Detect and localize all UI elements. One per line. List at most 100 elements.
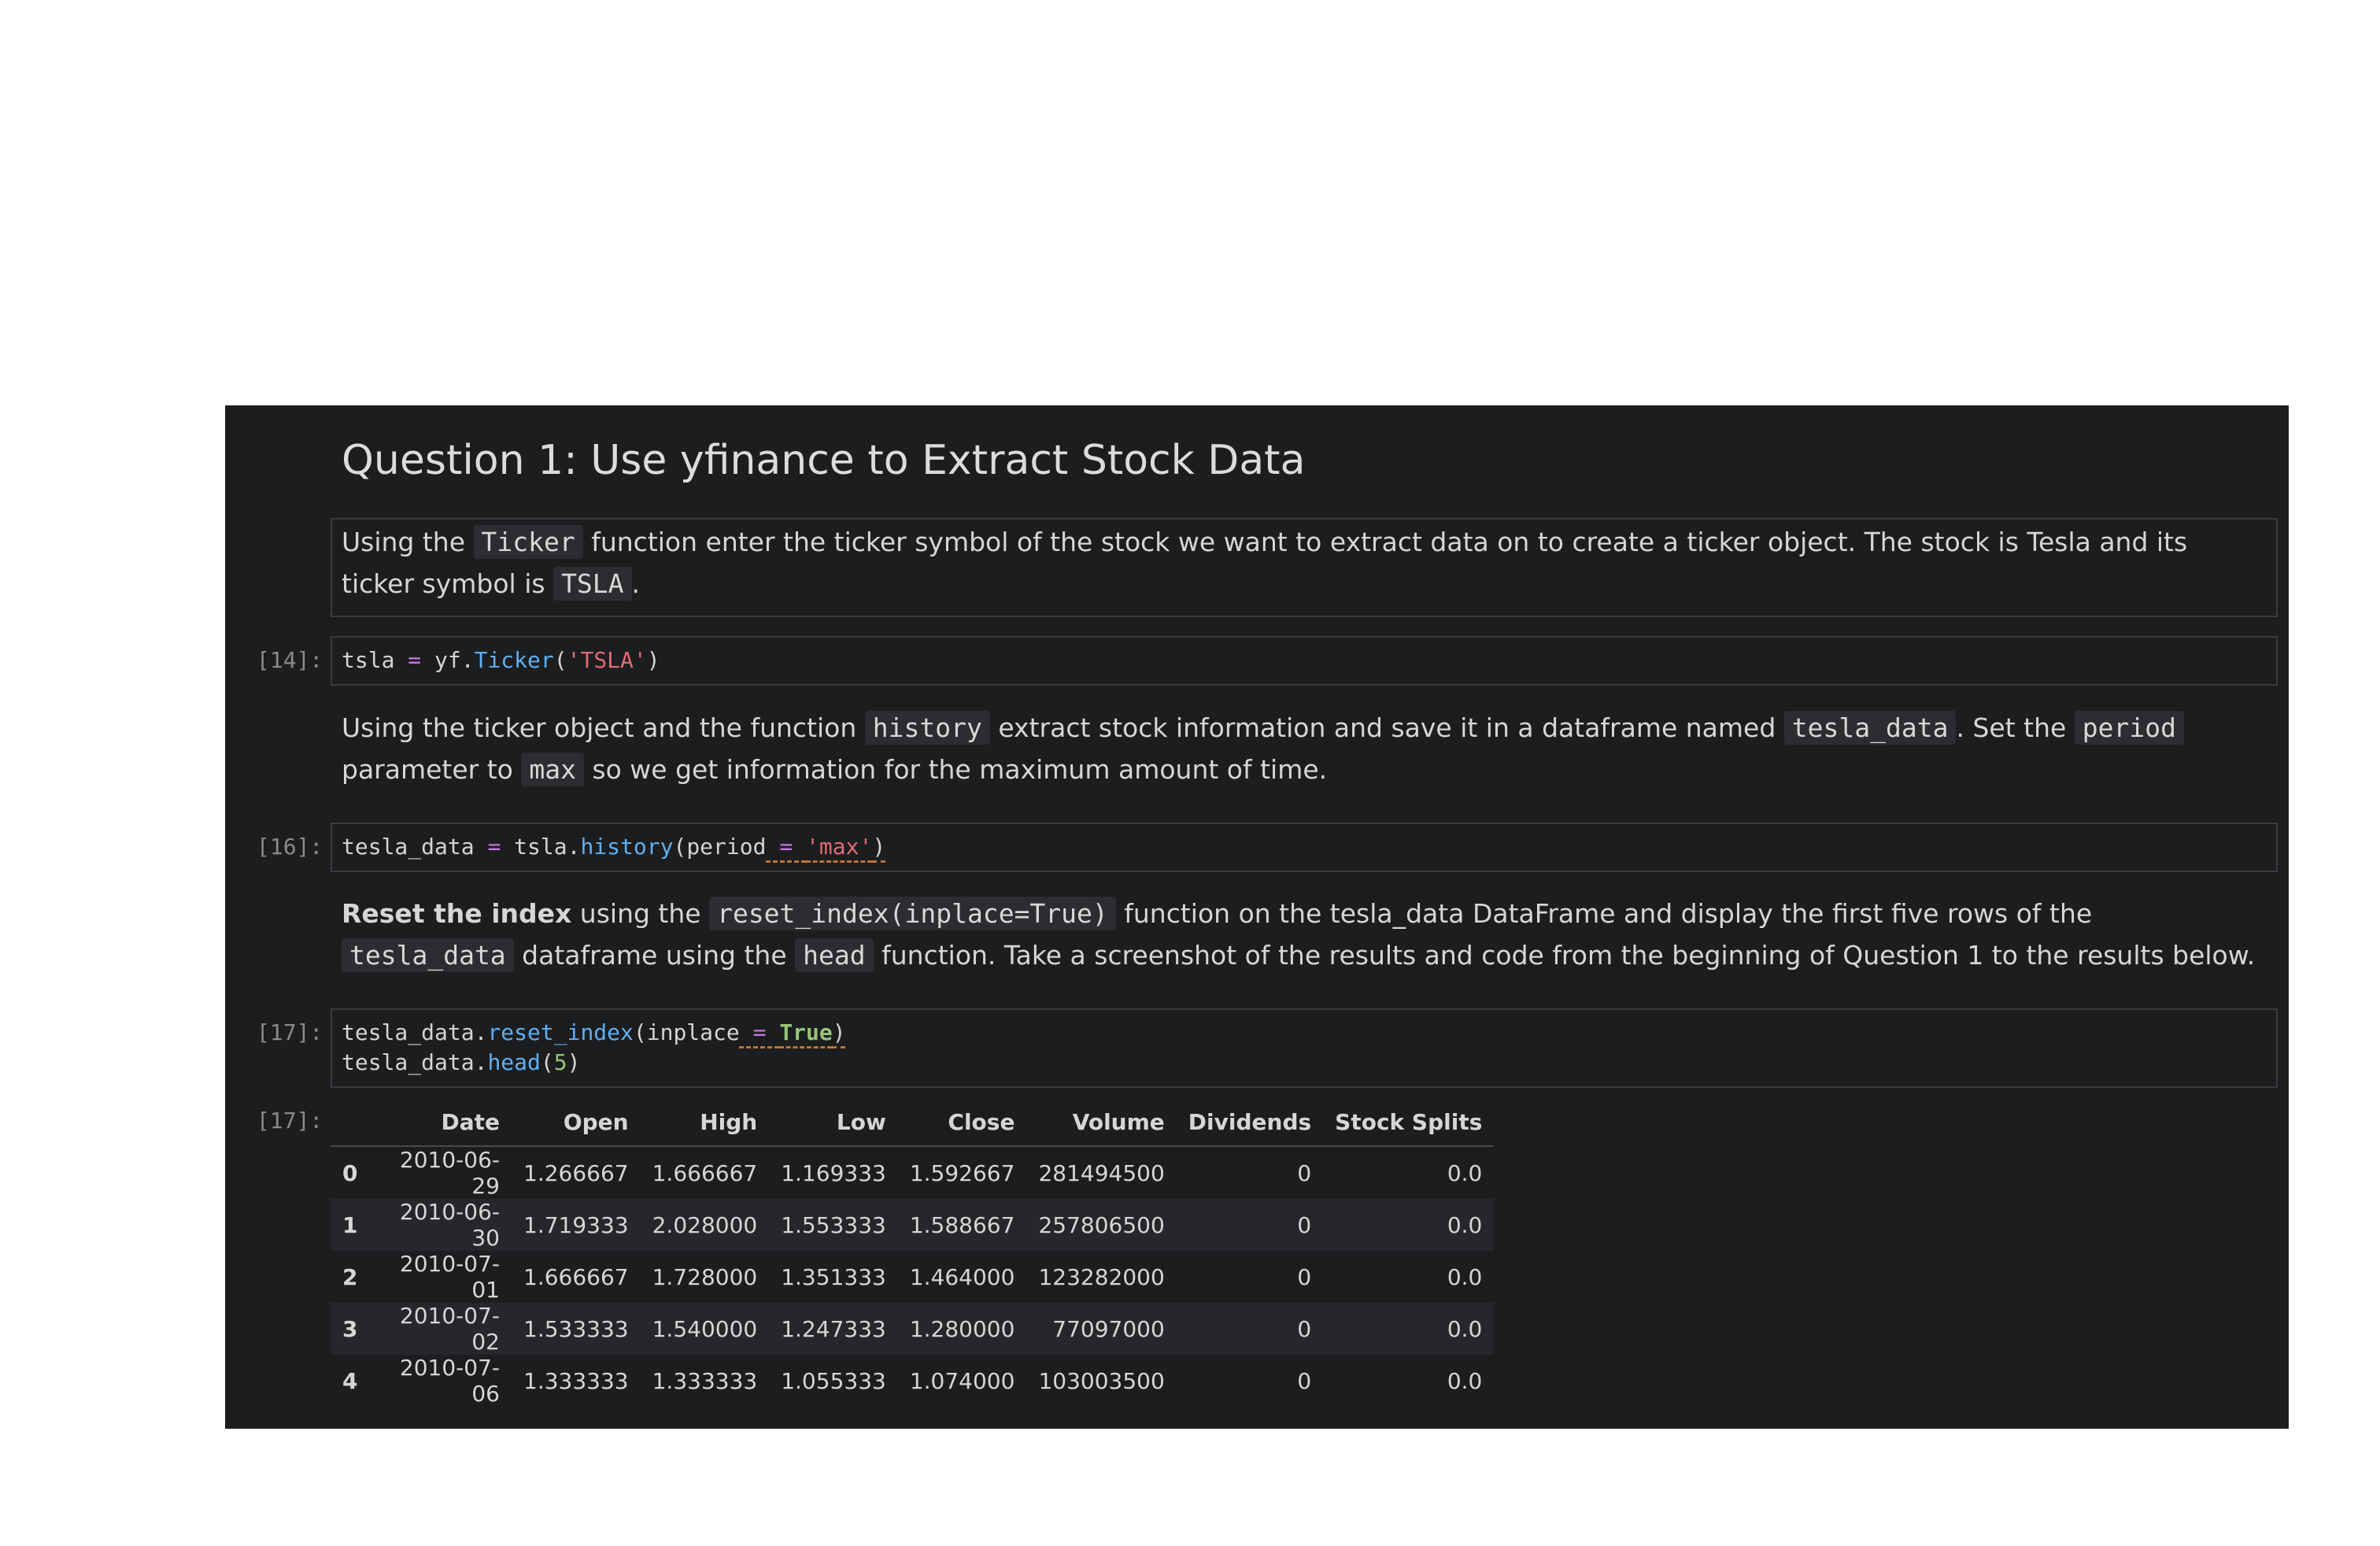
table-row: 0 2010-06-29 1.266667 1.666667 1.169333 …: [331, 1146, 1494, 1199]
code-cell-17[interactable]: tesla_data.reset_index(inplace = True) t…: [331, 1008, 2278, 1088]
md-text: Using the: [342, 527, 474, 557]
cell-close: 1.074000: [909, 1367, 1015, 1394]
cell-dividends: 0: [1176, 1199, 1324, 1251]
cell-volume: 281494500: [1038, 1160, 1165, 1186]
cell-dividends: 0: [1297, 1263, 1312, 1290]
cell-dividends: 0: [1297, 1160, 1312, 1186]
inline-code: history: [864, 711, 990, 745]
inline-code: tesla_data: [1783, 711, 1957, 745]
table-row: 4 2010-07-06 1.333333 1.333333 1.055333 …: [331, 1355, 1494, 1407]
code-block: tesla_data.reset_index(inplace = True) t…: [332, 1010, 2276, 1086]
row-index: 2: [342, 1263, 358, 1290]
code-number: 5: [553, 1049, 567, 1075]
code-line: tesla_data = tsla.history(period = 'max'…: [332, 824, 2276, 870]
table-row: 3 2010-07-02 1.533333 1.540000 1.247333 …: [331, 1303, 1495, 1355]
row-index: 0: [342, 1160, 358, 1186]
code-function: history: [580, 834, 674, 860]
column-header-volume: Volume: [1026, 1098, 1177, 1147]
md-text: function. Take a screenshot of the resul…: [873, 940, 2256, 971]
code-cell-14[interactable]: tsla = yf.Ticker('TSLA'): [331, 636, 2278, 686]
cell-stock-splits: 0.0: [1447, 1160, 1483, 1186]
code-token: (: [540, 1049, 554, 1075]
code-cell-16[interactable]: tesla_data = tsla.history(period = 'max'…: [331, 823, 2278, 872]
row-index: 3: [331, 1303, 378, 1355]
cell-low: 1.055333: [781, 1367, 886, 1394]
column-header-close: Close: [897, 1098, 1027, 1147]
cell-high: 1.728000: [652, 1263, 758, 1290]
cell-low: 1.553333: [769, 1199, 898, 1251]
code-token: tesla_data.: [342, 1019, 488, 1045]
code-operator: =: [766, 834, 807, 860]
markdown-cell-history-instructions: Using the ticker object and the function…: [342, 707, 2262, 790]
cell-stock-splits: 0.0: [1323, 1199, 1495, 1251]
md-text: dataframe using the: [513, 940, 796, 971]
cell-close: 1.464000: [909, 1263, 1015, 1290]
cell-high: 1.666667: [652, 1160, 758, 1186]
cell-volume: 77097000: [1026, 1303, 1177, 1355]
cell-open: 1.333333: [523, 1367, 629, 1394]
md-text: .: [631, 568, 641, 599]
code-token: ): [872, 834, 886, 860]
inline-code: head: [795, 938, 874, 972]
cell-date: 2010-07-06: [399, 1355, 500, 1407]
code-function: reset_index: [487, 1019, 634, 1045]
code-token: tesla_data.: [342, 1049, 488, 1075]
cell-volume: 123282000: [1038, 1263, 1165, 1290]
cell-date: 2010-06-30: [378, 1199, 512, 1251]
markdown-cell-reset-index-instructions: Reset the index using the reset_index(in…: [342, 893, 2262, 976]
code-token: tesla_data: [342, 834, 475, 860]
inline-code: Ticker: [473, 525, 583, 559]
code-operator: =: [487, 834, 501, 860]
table-row: 2 2010-07-01 1.666667 1.728000 1.351333 …: [331, 1251, 1494, 1303]
cell-date: 2010-07-01: [399, 1251, 500, 1303]
output-prompt-17: [17]:: [257, 1108, 323, 1134]
code-string: 'TSLA': [567, 647, 647, 673]
table-header-row: Date Open High Low Close Volume Dividend…: [331, 1098, 1495, 1147]
md-bold-text: Reset the index: [342, 898, 572, 929]
cell-high: 1.333333: [652, 1367, 758, 1394]
inline-code: max: [521, 753, 584, 786]
cell-stock-splits: 0.0: [1447, 1263, 1483, 1290]
code-token: (inplace: [633, 1019, 740, 1045]
cell-close: 1.592667: [909, 1160, 1015, 1186]
row-index: 1: [331, 1199, 378, 1251]
cell-low: 1.247333: [769, 1303, 898, 1355]
cell-open: 1.666667: [523, 1263, 629, 1290]
code-operator: =: [408, 647, 422, 673]
inline-code: tesla_data: [342, 938, 514, 972]
cell-prompt-14: [14]:: [257, 647, 323, 673]
md-text: extract stock information and save it in…: [989, 712, 1784, 743]
code-token: ): [567, 1049, 581, 1075]
md-text: Using the ticker object and the function: [342, 712, 865, 743]
column-header-date: Date: [378, 1098, 512, 1147]
md-text: parameter to: [342, 754, 522, 785]
section-heading: Question 1: Use yfinance to Extract Stoc…: [342, 437, 1306, 484]
code-token: (: [553, 647, 567, 673]
cell-dividends: 0: [1297, 1367, 1312, 1394]
md-text: . Set the: [1956, 712, 2075, 743]
cell-stock-splits: 0.0: [1447, 1367, 1483, 1394]
cell-date: 2010-06-29: [399, 1147, 500, 1199]
notebook-panel: Question 1: Use yfinance to Extract Stoc…: [225, 405, 2289, 1429]
cell-open: 1.719333: [512, 1199, 641, 1251]
cell-high: 2.028000: [640, 1199, 770, 1251]
code-boolean: True: [779, 1019, 833, 1045]
code-string: 'max': [806, 834, 873, 860]
md-text: so we get information for the maximum am…: [583, 754, 1328, 785]
cell-dividends: 0: [1176, 1303, 1324, 1355]
column-header-open: Open: [512, 1098, 641, 1147]
dataframe-table: Date Open High Low Close Volume Dividend…: [331, 1098, 1495, 1407]
cell-low: 1.169333: [781, 1160, 886, 1186]
cell-prompt-17: [17]:: [257, 1019, 323, 1045]
code-token: yf.: [434, 647, 475, 673]
cell-low: 1.351333: [781, 1263, 886, 1290]
code-function: head: [487, 1049, 541, 1075]
column-header-high: High: [640, 1098, 770, 1147]
code-operator: =: [739, 1019, 780, 1045]
code-function: Ticker: [474, 647, 554, 673]
md-text: using the: [571, 898, 710, 929]
cell-stock-splits: 0.0: [1323, 1303, 1495, 1355]
code-token: ): [832, 1019, 846, 1045]
code-token: ): [646, 647, 660, 673]
column-header-low: Low: [769, 1098, 898, 1147]
